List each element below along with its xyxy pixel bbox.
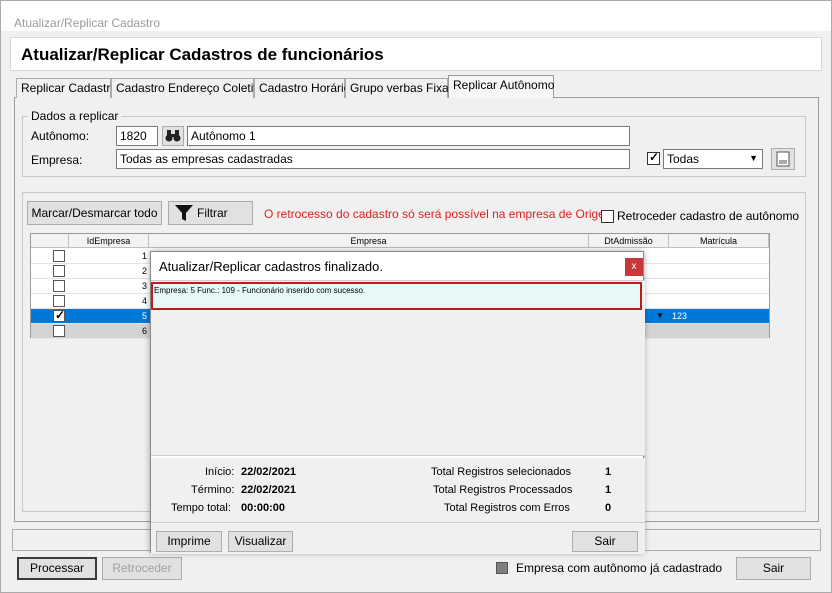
column-header-empresa[interactable]: Empresa xyxy=(149,234,589,248)
column-header-dtadmissao[interactable]: DtAdmissão xyxy=(589,234,669,248)
termino-value: 22/02/2021 xyxy=(241,484,296,496)
dialog-sair-button[interactable]: Sair xyxy=(572,531,638,552)
row-matricula: 123 xyxy=(672,311,688,321)
tab-replicar-autonomo[interactable]: Replicar Autônomo xyxy=(448,75,554,98)
tab-grupo-verbas-fixas[interactable]: Grupo verbas Fixas xyxy=(345,78,455,98)
column-header-idempresa[interactable]: IdEmpresa xyxy=(69,234,149,248)
legend-label: Empresa com autônomo já cadastrado xyxy=(516,561,723,575)
dialog-footer: Imprime Visualizar Sair xyxy=(151,522,645,554)
row-id: 3 xyxy=(141,281,147,291)
total-erros-text: 0 xyxy=(605,502,612,514)
close-button[interactable]: x xyxy=(625,258,643,276)
document-icon xyxy=(776,151,790,167)
result-message: Empresa: 5 Func.: 109 - Funcionário inse… xyxy=(151,282,642,310)
dialog-title: Atualizar/Replicar cadastros finalizado. xyxy=(159,259,383,274)
dados-group-title: Dados a replicar xyxy=(28,109,122,123)
total-processados-value: 1 xyxy=(605,484,611,496)
filter-button-label: Filtrar xyxy=(197,206,228,220)
row-id: 5 xyxy=(141,311,147,321)
header-panel: Atualizar/Replicar Cadastros de funcioná… xyxy=(10,37,822,71)
legend-swatch xyxy=(496,562,508,574)
tempo-value-text: 00:00:00 xyxy=(241,502,286,514)
total-processados-label: Total Registros Processados xyxy=(433,484,573,496)
inicio-label: Início: xyxy=(205,466,235,478)
filter-button[interactable]: Filtrar xyxy=(168,201,253,225)
total-processados-text: 1 xyxy=(605,484,612,496)
termino-value-text: 22/02/2021 xyxy=(241,484,297,496)
row-checkbox[interactable] xyxy=(53,325,65,337)
warning-text: O retrocesso do cadastro só será possíve… xyxy=(264,207,615,221)
retroceder-button[interactable]: Retroceder xyxy=(102,557,182,580)
filter-select-value: Todas xyxy=(667,152,700,166)
main-window: Atualizar/Replicar Cadastro Atualizar/Re… xyxy=(0,0,832,593)
row-checkbox[interactable] xyxy=(53,280,65,292)
chevron-down-icon: ▼ xyxy=(656,311,664,320)
row-id: 1 xyxy=(141,251,147,261)
sair-button[interactable]: Sair xyxy=(736,557,811,580)
tab-cadastro-endereco-coletivo[interactable]: Cadastro Endereço Coletivo xyxy=(111,78,266,98)
tempo-value: 00:00:00 xyxy=(241,502,285,514)
row-checkbox[interactable] xyxy=(53,308,65,322)
empresa-filter-select[interactable]: Todas ▼ xyxy=(663,149,763,169)
empresa-label: Empresa: xyxy=(31,153,83,167)
close-icon: x xyxy=(631,261,637,272)
result-dialog: Atualizar/Replicar cadastros finalizado.… xyxy=(150,251,645,554)
row-checkbox[interactable] xyxy=(53,265,65,277)
result-list: Empresa: 5 Func.: 109 - Funcionário inse… xyxy=(151,280,645,456)
empresa-field[interactable]: Todas as empresas cadastradas xyxy=(116,149,630,169)
column-header-matricula[interactable]: Matrícula xyxy=(669,234,769,248)
binoculars-icon xyxy=(165,130,181,142)
chevron-down-icon: ▼ xyxy=(749,153,758,163)
total-selecionados-label: Total Registros selecionados xyxy=(431,466,572,478)
row-id: 2 xyxy=(141,266,147,276)
processar-button[interactable]: Processar xyxy=(17,557,97,580)
inicio-value-text: 22/02/2021 xyxy=(241,466,297,478)
row-checkbox[interactable] xyxy=(53,295,65,307)
total-erros-value: 0 xyxy=(605,502,611,514)
retroceder-label: Retroceder cadastro de autônomo xyxy=(617,209,800,223)
visualizar-button[interactable]: Visualizar xyxy=(228,531,293,552)
mark-all-button[interactable]: Marcar/Desmarcar todo xyxy=(27,201,162,225)
tempo-label: Tempo total: xyxy=(171,502,231,514)
tab-replicar-cadastro[interactable]: Replicar Cadastro xyxy=(16,78,117,98)
autonomo-label: Autônomo: xyxy=(31,129,90,143)
autonomo-name-field[interactable]: Autônomo 1 xyxy=(187,126,630,146)
report-button[interactable] xyxy=(771,148,795,170)
total-selecionados-text: 1 xyxy=(605,466,612,478)
termino-label: Término: xyxy=(191,484,235,496)
row-id: 6 xyxy=(141,326,147,336)
title-bar: Atualizar/Replicar Cadastro xyxy=(1,1,831,31)
retroceder-checkbox[interactable] xyxy=(601,210,614,223)
tab-cadastro-horario[interactable]: Cadastro Horário xyxy=(254,78,350,98)
page-title: Atualizar/Replicar Cadastros de funcioná… xyxy=(21,45,384,64)
total-erros-label: Total Registros com Erros xyxy=(444,502,570,514)
stats-panel: Início: 22/02/2021 Término: 22/02/2021 T… xyxy=(151,458,645,522)
imprime-button[interactable]: Imprime xyxy=(156,531,222,552)
row-id: 4 xyxy=(141,296,147,306)
search-autonomo-button[interactable] xyxy=(162,126,184,146)
autonomo-code-field[interactable]: 1820 xyxy=(116,126,158,146)
window-title: Atualizar/Replicar Cadastro xyxy=(14,16,161,30)
total-selecionados-value: 1 xyxy=(605,466,611,478)
funnel-icon xyxy=(175,205,193,221)
row-checkbox[interactable] xyxy=(53,250,65,262)
empresa-filter-checkbox[interactable] xyxy=(647,150,660,165)
inicio-value: 22/02/2021 xyxy=(241,466,296,478)
grid-header-select xyxy=(31,234,69,248)
